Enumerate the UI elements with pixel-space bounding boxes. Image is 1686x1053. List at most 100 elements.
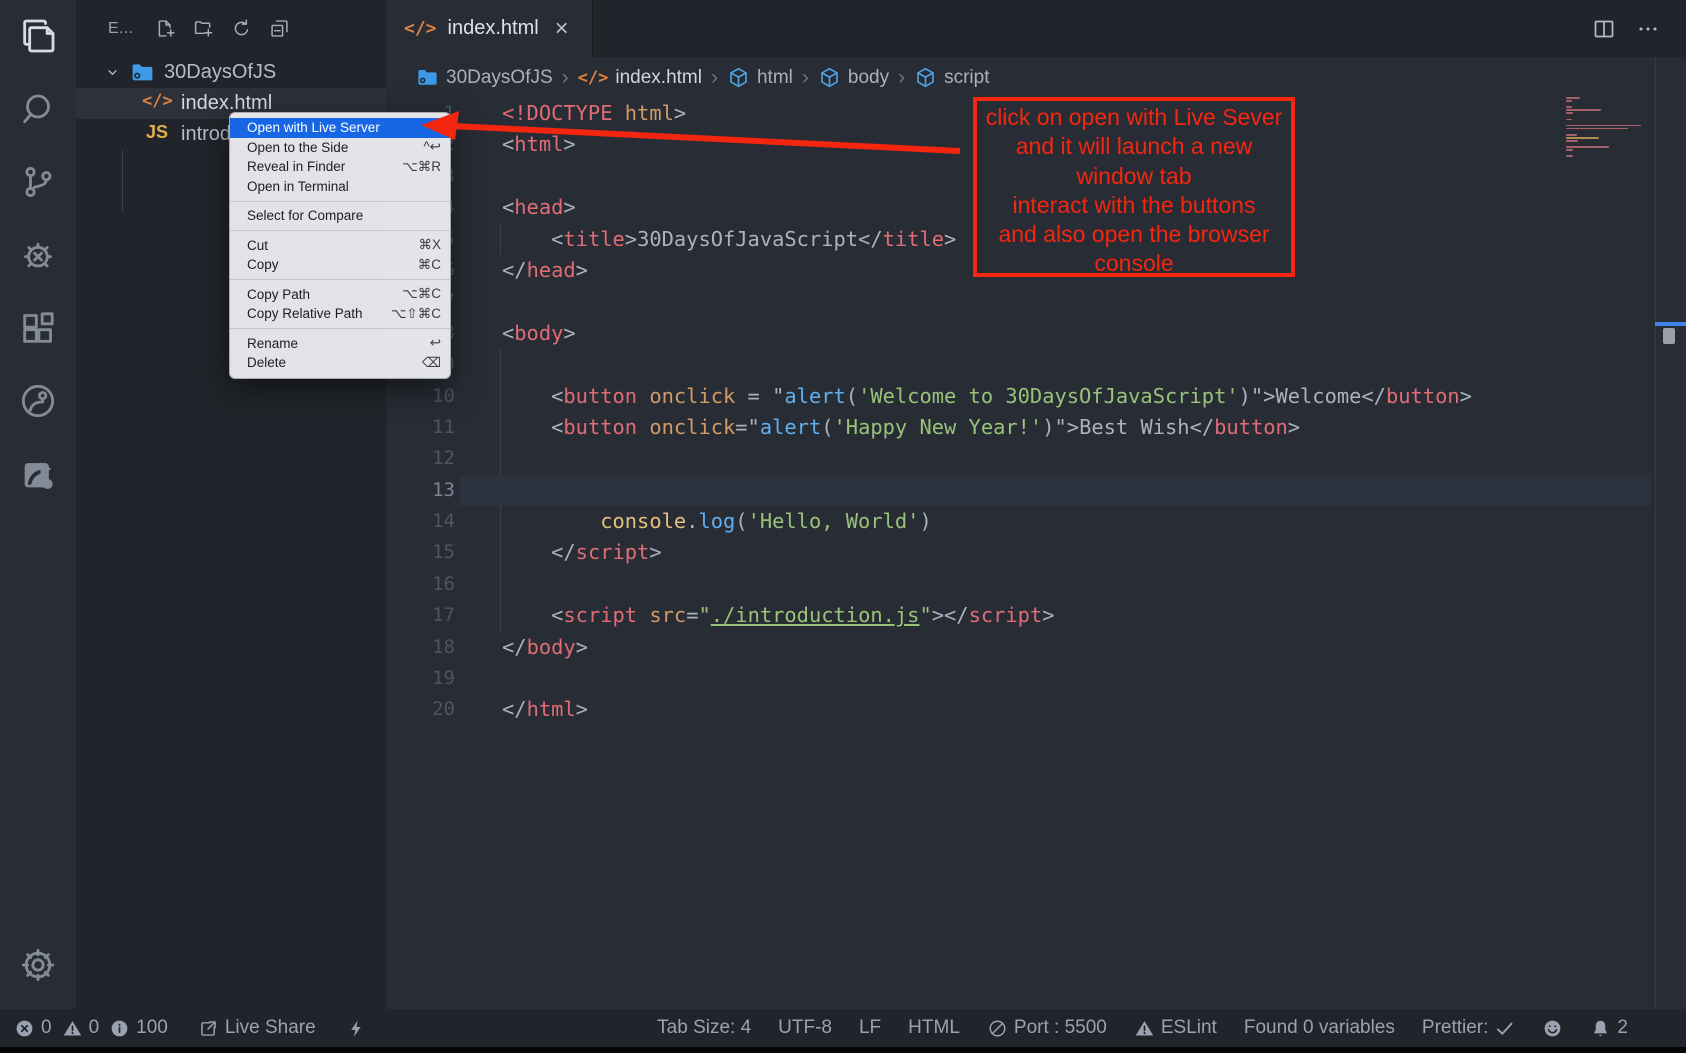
activity-live-share-icon[interactable] [18, 381, 58, 421]
status-port-5500[interactable]: Port : 5500 [987, 1017, 1107, 1039]
minimap-line [1566, 146, 1609, 148]
menu-item-cut[interactable]: Cut⌘X [230, 236, 450, 256]
tab-close-icon[interactable]: × [555, 17, 569, 41]
breadcrumb-30DaysOfJS[interactable]: 30DaysOfJS [416, 66, 553, 89]
menu-item-select-for-compare[interactable]: Select for Compare [230, 206, 450, 226]
collapse-all-icon[interactable] [269, 18, 290, 39]
status-smiley[interactable] [1542, 1018, 1563, 1039]
breadcrumb-html[interactable]: html [727, 66, 793, 89]
status-label: Live Share [225, 1017, 316, 1039]
status-found-0-variables[interactable]: Found 0 variables [1244, 1017, 1395, 1039]
menu-item-label: Cut [247, 238, 406, 253]
minimap-line [1566, 100, 1572, 102]
menu-item-open-in-terminal[interactable]: Open in Terminal [230, 177, 450, 197]
settings-gear-icon[interactable] [18, 945, 58, 985]
menu-item-shortcut: ⌫ [422, 355, 441, 371]
tab-bar: </> index.html × [386, 0, 1686, 57]
line-content: </head> [502, 255, 588, 286]
new-folder-icon[interactable] [193, 18, 214, 39]
line-number: 19 [386, 663, 455, 694]
status-label: Found 0 variables [1244, 1017, 1395, 1039]
status-2[interactable]: 2 [1590, 1017, 1628, 1039]
minimap-line [1566, 106, 1572, 108]
status-label: 100 [136, 1017, 168, 1039]
breadcrumb-separator: › [562, 66, 569, 90]
menu-item-copy-relative-path[interactable]: Copy Relative Path⌥⇧⌘C [230, 304, 450, 324]
menu-item-open-to-the-side[interactable]: Open to the Side^↩ [230, 138, 450, 158]
refresh-icon[interactable] [231, 18, 252, 39]
menu-item-copy-path[interactable]: Copy Path⌥⌘C [230, 285, 450, 305]
activity-bar [0, 0, 76, 1009]
breadcrumb-label: script [944, 67, 989, 89]
line-content: <html> [502, 129, 576, 160]
menu-item-reveal-in-finder[interactable]: Reveal in Finder⌥⌘R [230, 157, 450, 177]
breadcrumb-label: body [848, 67, 889, 89]
menu-item-rename[interactable]: Rename↩ [230, 334, 450, 354]
warning-icon [62, 1018, 83, 1039]
annotation-box: click on open with Live Severand it will… [973, 97, 1295, 277]
activity-extensions-icon[interactable] [18, 308, 58, 348]
code-line-18: 18</body> [386, 632, 1655, 663]
breadcrumb-label: html [757, 67, 793, 89]
code-line-7: 7 [386, 286, 1655, 317]
activity-search-icon[interactable] [18, 89, 58, 129]
line-content: <!DOCTYPE html> [502, 98, 686, 129]
code-line-14: 14 console.log('Hello, World') [386, 506, 1655, 537]
line-content: </body> [502, 632, 588, 663]
activity-source-control-icon[interactable] [18, 162, 58, 202]
status-0[interactable]: 0 [62, 1017, 100, 1039]
status-eslint[interactable]: ESLint [1134, 1017, 1217, 1039]
status-label: 2 [1617, 1017, 1628, 1039]
code-line-12: 12 [386, 443, 1655, 474]
breadcrumb-separator: › [711, 66, 718, 90]
line-number: 10 [386, 381, 455, 412]
line-number: 13 [386, 475, 455, 506]
status-0[interactable]: 0 [14, 1017, 52, 1039]
more-actions-icon[interactable] [1636, 17, 1660, 41]
tab-label: index.html [448, 17, 539, 40]
line-content: <title>30DaysOfJavaScript</title> [502, 224, 956, 255]
status-label: 0 [89, 1017, 100, 1039]
minimap-line [1566, 128, 1628, 130]
status-utf-8[interactable]: UTF-8 [778, 1017, 832, 1039]
menu-item-copy[interactable]: Copy⌘C [230, 255, 450, 275]
tab-index-html[interactable]: </> index.html × [386, 0, 593, 57]
status-html[interactable]: HTML [908, 1017, 960, 1039]
check-icon [1494, 1018, 1515, 1039]
line-number: 16 [386, 569, 455, 600]
annotation-text-line: and also open the browser [977, 220, 1291, 249]
line-content: <head> [502, 192, 576, 223]
menu-item-open-with-live-server[interactable]: Open with Live Server [230, 118, 450, 138]
breadcrumb-separator: › [802, 66, 809, 90]
info-icon [109, 1018, 130, 1039]
breadcrumb-body[interactable]: body [818, 66, 889, 89]
activity-debug-icon[interactable] [18, 235, 58, 275]
minimap[interactable] [1566, 97, 1650, 159]
breadcrumb-index.html[interactable]: </>index.html [578, 67, 702, 89]
status-tab-size-4[interactable]: Tab Size: 4 [657, 1017, 751, 1039]
status-lf[interactable]: LF [859, 1017, 881, 1039]
annotation-text-line: click on open with Live Sever [977, 103, 1291, 132]
annotation-text-line: and it will launch a new [977, 132, 1291, 161]
activity-files-icon[interactable] [18, 16, 58, 56]
status-lightning[interactable] [346, 1018, 367, 1039]
menu-item-label: Reveal in Finder [247, 159, 390, 174]
folder-name: 30DaysOfJS [164, 61, 276, 84]
line-content: </html> [502, 694, 588, 725]
status-prettier-[interactable]: Prettier: [1422, 1017, 1516, 1039]
breadcrumb-label: index.html [615, 67, 702, 89]
activity-share-session-icon[interactable] [18, 454, 58, 494]
scrollbar-thumb[interactable] [1663, 328, 1675, 344]
status-100[interactable]: 100 [109, 1017, 168, 1039]
minimap-line [1566, 125, 1641, 127]
context-menu: Open with Live ServerOpen to the Side^↩R… [229, 112, 451, 379]
breadcrumb-script[interactable]: script [914, 66, 989, 89]
status-label: UTF-8 [778, 1017, 832, 1039]
new-file-icon[interactable] [155, 18, 176, 39]
error-circle-icon [14, 1018, 35, 1039]
menu-item-label: Rename [247, 336, 418, 351]
split-editor-icon[interactable] [1592, 17, 1616, 41]
tree-folder-row[interactable]: 30DaysOfJS [76, 57, 386, 88]
menu-item-delete[interactable]: Delete⌫ [230, 353, 450, 373]
status-live-share[interactable]: Live Share [198, 1017, 316, 1039]
